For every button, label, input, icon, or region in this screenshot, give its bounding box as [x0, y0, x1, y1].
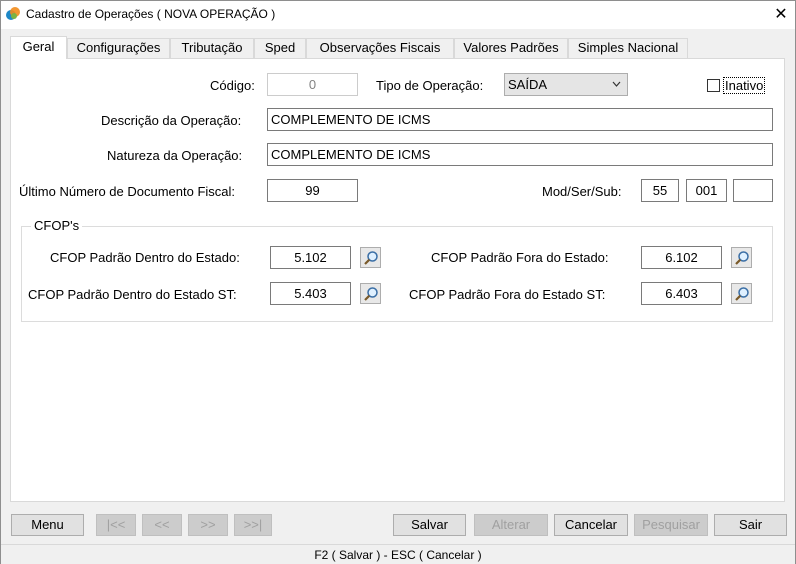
- natureza-field[interactable]: COMPLEMENTO DE ICMS: [267, 143, 773, 166]
- first-record-button[interactable]: |<<: [96, 514, 136, 536]
- cfop-groupbox: [21, 226, 773, 322]
- last-record-button[interactable]: >>|: [234, 514, 272, 536]
- descricao-label: Descrição da Operação:: [101, 113, 242, 128]
- main-window: Cadastro de Operações ( NOVA OPERAÇÃO ) …: [0, 0, 796, 564]
- exit-button[interactable]: Sair: [714, 514, 787, 536]
- magnifier-icon: [363, 250, 378, 265]
- title-bar: Cadastro de Operações ( NOVA OPERAÇÃO ) …: [1, 1, 795, 29]
- cfop-dentro-field[interactable]: 5.102: [270, 246, 351, 269]
- previous-record-button[interactable]: <<: [142, 514, 182, 536]
- cfop-group-title: CFOP's: [31, 218, 83, 233]
- tab-configuracoes[interactable]: Configurações: [67, 38, 170, 58]
- cfop-dentro-st-search-button[interactable]: [360, 283, 381, 304]
- app-icon: [5, 6, 21, 22]
- inativo-label[interactable]: Inativo: [723, 77, 766, 94]
- edit-button[interactable]: Alterar: [474, 514, 548, 536]
- cfop-dentro-search-button[interactable]: [360, 247, 381, 268]
- inativo-checkbox[interactable]: [707, 79, 720, 92]
- save-button[interactable]: Salvar: [393, 514, 466, 536]
- tab-sped[interactable]: Sped: [254, 38, 306, 58]
- codigo-field[interactable]: 0: [267, 73, 358, 96]
- close-button[interactable]: ✕: [767, 1, 795, 27]
- tipo-operacao-label: Tipo de Operação:: [376, 78, 484, 93]
- subserie-field[interactable]: [733, 179, 773, 202]
- codigo-label: Código:: [210, 78, 255, 93]
- cfop-fora-label: CFOP Padrão Fora do Estado:: [431, 250, 609, 265]
- next-record-button[interactable]: >>: [188, 514, 228, 536]
- tab-observacoes-fiscais[interactable]: Observações Fiscais: [306, 38, 454, 58]
- modelo-field[interactable]: 55: [641, 179, 679, 202]
- tab-geral[interactable]: Geral: [10, 36, 67, 59]
- search-button[interactable]: Pesquisar: [634, 514, 708, 536]
- cancel-button[interactable]: Cancelar: [554, 514, 628, 536]
- natureza-label: Natureza da Operação:: [107, 148, 243, 163]
- tipo-operacao-select[interactable]: SAÍDA: [504, 73, 628, 96]
- tab-simples-nacional[interactable]: Simples Nacional: [568, 38, 688, 58]
- magnifier-icon: [734, 250, 749, 265]
- chevron-down-icon: [612, 74, 621, 103]
- mod-ser-sub-label: Mod/Ser/Sub:: [542, 184, 622, 199]
- descricao-field[interactable]: COMPLEMENTO DE ICMS: [267, 108, 773, 131]
- cfop-dentro-st-label: CFOP Padrão Dentro do Estado ST:: [28, 287, 237, 302]
- cfop-dentro-label: CFOP Padrão Dentro do Estado:: [50, 250, 240, 265]
- status-bar: F2 ( Salvar ) - ESC ( Cancelar ): [1, 544, 795, 564]
- close-icon: ✕: [774, 6, 788, 23]
- cfop-fora-search-button[interactable]: [731, 247, 752, 268]
- serie-field[interactable]: 001: [686, 179, 727, 202]
- ultimo-numero-field[interactable]: 99: [267, 179, 358, 202]
- menu-button[interactable]: Menu: [11, 514, 84, 536]
- tab-tributacao[interactable]: Tributação: [170, 38, 254, 58]
- magnifier-icon: [363, 286, 378, 301]
- cfop-fora-field[interactable]: 6.102: [641, 246, 722, 269]
- window-title: Cadastro de Operações ( NOVA OPERAÇÃO ): [26, 7, 276, 21]
- cfop-fora-st-search-button[interactable]: [731, 283, 752, 304]
- cfop-fora-st-field[interactable]: 6.403: [641, 282, 722, 305]
- cfop-dentro-st-field[interactable]: 5.403: [270, 282, 351, 305]
- tab-valores-padroes[interactable]: Valores Padrões: [454, 38, 568, 58]
- magnifier-icon: [734, 286, 749, 301]
- ultimo-numero-label: Último Número de Documento Fiscal:: [19, 184, 236, 199]
- cfop-fora-st-label: CFOP Padrão Fora do Estado ST:: [409, 287, 606, 302]
